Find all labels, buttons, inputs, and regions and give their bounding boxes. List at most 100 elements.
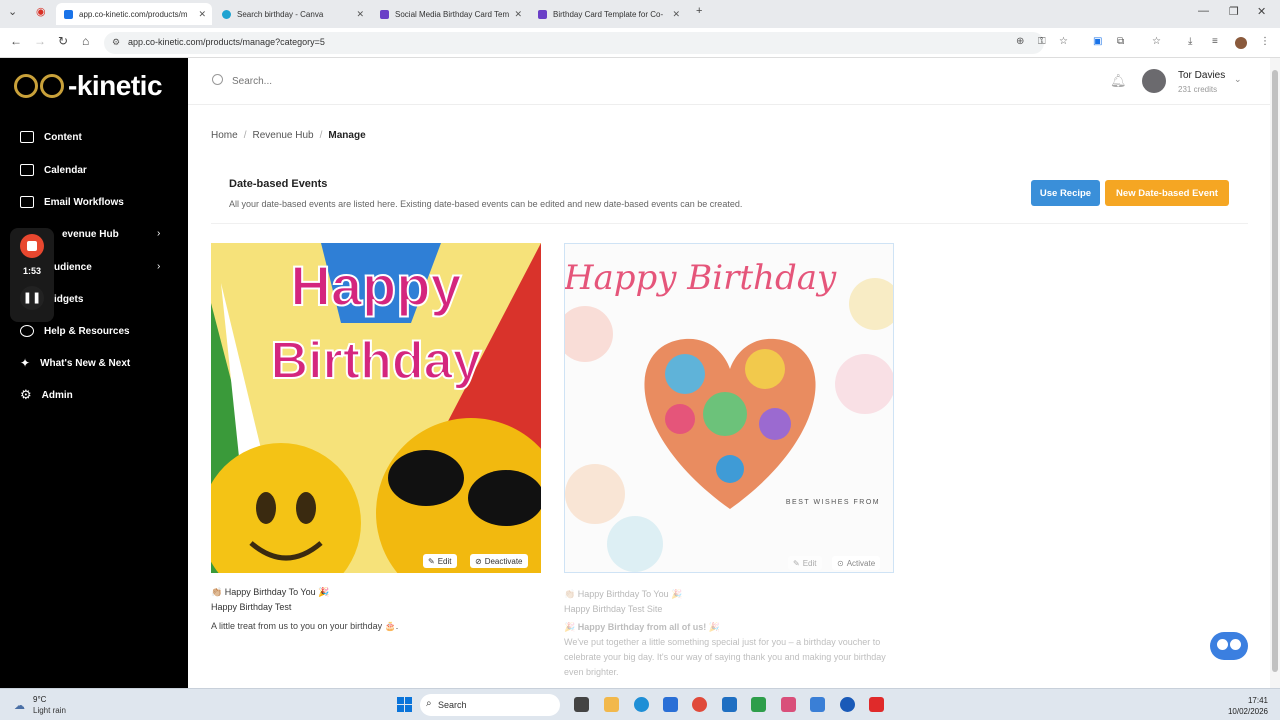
image-text-birthday: Birthday (271, 332, 482, 390)
back-icon[interactable]: ← (10, 34, 22, 48)
password-manager-icon[interactable] (840, 697, 855, 712)
home-icon[interactable]: ⌂ (82, 34, 89, 48)
more-menu-icon[interactable]: ⋮ (1260, 36, 1270, 47)
clock-time: 17:41 (1247, 696, 1268, 705)
search-input[interactable] (232, 72, 532, 90)
sidebar: -kinetic (0, 58, 188, 688)
task-view-icon[interactable] (574, 697, 589, 712)
sidebar-item-admin[interactable]: ⚙ Admin (20, 385, 73, 405)
minimize-icon[interactable]: — (1198, 5, 1209, 17)
tab-label: Birthday Card Template for Co- (553, 9, 664, 19)
close-tab-icon[interactable]: ✕ (514, 9, 522, 20)
edit-button[interactable]: ✎ Edit (423, 554, 457, 568)
weather-rain-icon: ☁︎ (14, 700, 25, 712)
sidebar-item-label: idgets (54, 293, 84, 305)
address-bar: ← → ↻ ⌂ ⚙ app.co-kinetic.com/products/ma… (0, 28, 1280, 58)
weather-temp: 9°C (33, 695, 47, 704)
tab-social-media-card[interactable]: Social Media Birthday Card Tem ✕ (372, 3, 528, 25)
chevron-right-icon[interactable]: › (157, 261, 160, 272)
chat-assistant-button[interactable] (1210, 632, 1248, 660)
stop-recording-button[interactable] (20, 234, 44, 258)
password-key-icon[interactable]: ⚿ (1038, 36, 1046, 47)
user-name[interactable]: Tor Davies (1178, 70, 1225, 81)
avatar[interactable] (1142, 69, 1166, 93)
bookmark-star-icon[interactable]: ☆ (1059, 36, 1068, 47)
reload-icon[interactable]: ↻ (58, 34, 68, 48)
extensions-puzzle-icon[interactable]: ⧉ (1117, 36, 1124, 47)
scrollbar-thumb[interactable] (1272, 70, 1278, 672)
extension-icon[interactable]: ▣ (1093, 36, 1102, 47)
search-icon (212, 74, 223, 85)
template-favicon-icon (380, 9, 389, 19)
maximize-icon[interactable]: ❐ (1229, 5, 1239, 18)
tab-co-kinetic[interactable]: app.co-kinetic.com/products/m ✕ (56, 3, 212, 25)
image-text-best-wishes: BEST WISHES FROM (786, 499, 880, 506)
event-description: A little treat from us to you on your bi… (211, 621, 399, 631)
close-tab-icon[interactable]: ✕ (356, 9, 364, 20)
edge-icon[interactable] (634, 697, 649, 712)
chevron-right-icon[interactable]: › (157, 228, 160, 239)
url-field[interactable]: ⚙ app.co-kinetic.com/products/manage?cat… (104, 32, 1044, 54)
sidebar-item-widgets[interactable]: idgets (54, 289, 83, 309)
close-tab-icon[interactable]: ✕ (198, 9, 206, 20)
edit-button[interactable]: ✎ Edit (788, 556, 822, 570)
image-text-happy-birthday: Happy Birthday (565, 258, 837, 298)
help-icon (20, 325, 34, 337)
new-event-button[interactable]: New Date-based Event (1105, 180, 1229, 206)
profile-avatar[interactable] (1235, 37, 1247, 49)
page-title: Date-based Events (229, 178, 328, 190)
breadcrumb-home[interactable]: Home (211, 130, 238, 141)
sidebar-item-audience[interactable]: udience (54, 257, 92, 277)
chevron-down-icon[interactable]: ⌄ (1234, 74, 1242, 85)
forward-icon[interactable]: → (34, 34, 46, 48)
sidebar-item-label: Content (44, 131, 82, 143)
logo-text: -kinetic (68, 70, 163, 101)
event-image[interactable]: Happy Birthday (211, 243, 541, 573)
deactivate-button[interactable]: ⊘ Deactivate (470, 554, 528, 568)
event-card: Happy Birthday BEST WISHES FROM ✎ Edit ⊙… (564, 243, 894, 683)
sidebar-item-email-workflows[interactable]: Email Workflows (20, 192, 124, 212)
media-icon[interactable]: ≡ (1212, 36, 1218, 47)
activate-button[interactable]: ⊙ Activate (832, 556, 881, 570)
app-icon[interactable] (751, 697, 766, 712)
chrome-icon[interactable] (692, 697, 707, 712)
breadcrumb-revenue-hub[interactable]: Revenue Hub (252, 130, 313, 141)
taskbar-search[interactable]: ⌕ Search (420, 694, 560, 716)
close-window-icon[interactable]: ✕ (1257, 5, 1266, 18)
logo-badge-icon (40, 74, 64, 98)
use-recipe-button[interactable]: Use Recipe (1031, 180, 1100, 206)
pause-recording-button[interactable]: ❚❚ (20, 286, 44, 310)
sidebar-item-calendar[interactable]: Calendar (20, 160, 87, 180)
windows-start-icon[interactable] (397, 697, 412, 712)
system-clock[interactable]: 17:41 10/02/2026 (1210, 695, 1268, 717)
site-info-icon[interactable]: ⚙ (112, 37, 120, 48)
tab-birthday-card[interactable]: Birthday Card Template for Co- ✕ (530, 3, 686, 25)
windows-taskbar: ☁︎ 9°C Light rain ⌕ Search 17:41 10/02/2… (0, 688, 1280, 720)
event-image[interactable]: Happy Birthday BEST WISHES FROM (564, 243, 894, 573)
gear-icon: ⚙ (20, 387, 32, 402)
record-indicator-icon: ◉ (36, 6, 46, 18)
tab-search-icon[interactable]: ⌄ (8, 5, 17, 18)
bell-icon[interactable]: 🔔︎ (1110, 73, 1127, 89)
sidebar-item-content[interactable]: Content (20, 127, 82, 147)
tab-canva[interactable]: Search birthday - Canva ✕ (214, 3, 370, 25)
settings-app-icon[interactable] (810, 697, 825, 712)
sidebar-item-revenue-hub[interactable]: evenue Hub (62, 224, 119, 244)
page-scrollbar[interactable] (1270, 58, 1280, 688)
bookmarks-icon[interactable]: ☆ (1152, 36, 1161, 47)
download-icon[interactable]: ⤓ (1188, 36, 1192, 47)
new-tab-button[interactable]: + (696, 5, 702, 17)
edit-label: Edit (802, 558, 817, 568)
youtube-icon[interactable] (869, 697, 884, 712)
close-tab-icon[interactable]: ✕ (672, 9, 680, 20)
sidebar-item-whats-new[interactable]: ✦ What's New & Next (20, 353, 130, 373)
outlook-icon[interactable] (722, 697, 737, 712)
co-kinetic-logo[interactable]: -kinetic (14, 70, 163, 102)
circle-slash-icon: ⊘ (475, 556, 482, 566)
sidebar-item-help[interactable]: Help & Resources (20, 321, 130, 341)
file-explorer-icon[interactable] (604, 697, 619, 712)
snipping-tool-icon[interactable] (781, 697, 796, 712)
zoom-icon[interactable]: ⊕ (1016, 36, 1024, 47)
store-icon[interactable] (663, 697, 678, 712)
co-kinetic-favicon-icon (64, 9, 73, 19)
